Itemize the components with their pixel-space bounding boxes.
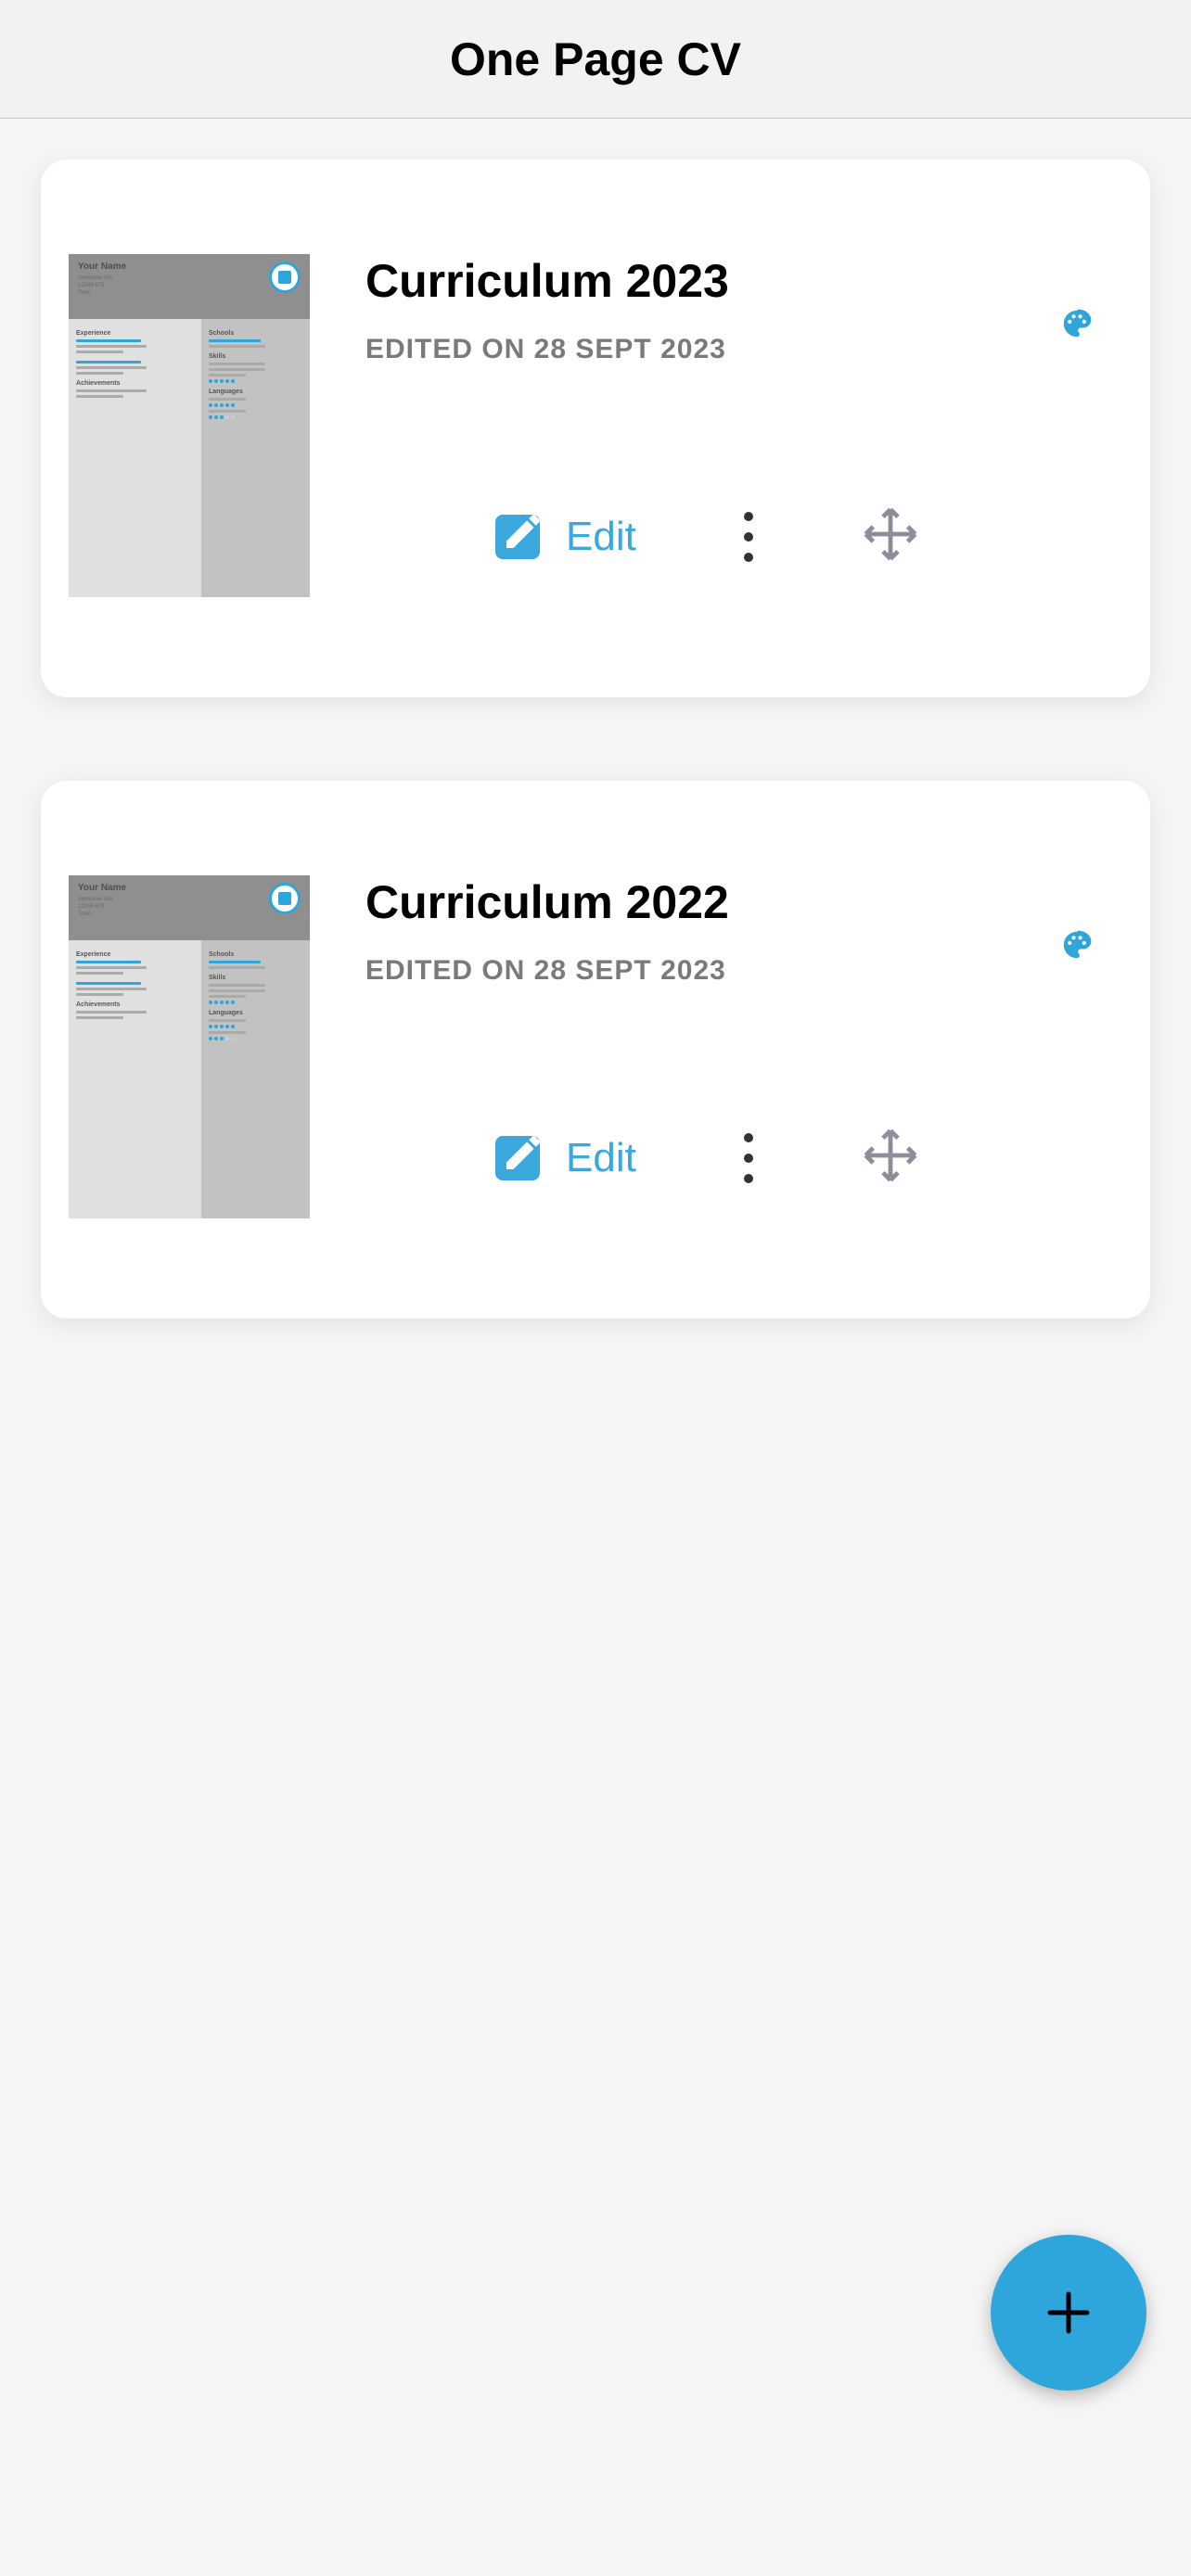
more-menu-button[interactable] — [738, 1128, 759, 1189]
cv-title: Curriculum 2022 — [365, 875, 1124, 929]
edit-icon — [495, 515, 540, 559]
palette-icon[interactable] — [1061, 929, 1093, 965]
cv-card: Your Name Awesome Job12345 678Town Exper… — [41, 781, 1150, 1319]
add-cv-button[interactable] — [991, 2235, 1146, 2391]
avatar-icon — [269, 883, 301, 914]
edit-icon — [495, 1136, 540, 1180]
move-icon[interactable] — [861, 1126, 920, 1190]
plus-icon — [1041, 2285, 1096, 2340]
page-title: One Page CV — [450, 32, 741, 86]
cv-edited-date: EDITED ON 28 SEPT 2023 — [365, 334, 1124, 365]
cv-card: Your Name Awesome Job12345 678Town Exper… — [41, 159, 1150, 697]
move-icon[interactable] — [861, 504, 920, 568]
cv-title: Curriculum 2023 — [365, 254, 1124, 308]
cv-edited-date: EDITED ON 28 SEPT 2023 — [365, 955, 1124, 987]
more-menu-button[interactable] — [738, 506, 759, 567]
avatar-icon — [269, 261, 301, 293]
edit-button[interactable]: Edit — [495, 1135, 636, 1181]
app-header: One Page CV — [0, 0, 1191, 119]
cv-thumbnail[interactable]: Your Name Awesome Job12345 678Town Exper… — [69, 254, 310, 597]
edit-label: Edit — [566, 514, 636, 560]
cv-thumbnail[interactable]: Your Name Awesome Job12345 678Town Exper… — [69, 875, 310, 1218]
palette-icon[interactable] — [1061, 308, 1093, 344]
edit-button[interactable]: Edit — [495, 514, 636, 560]
cv-list: Your Name Awesome Job12345 678Town Exper… — [0, 119, 1191, 1443]
edit-label: Edit — [566, 1135, 636, 1181]
